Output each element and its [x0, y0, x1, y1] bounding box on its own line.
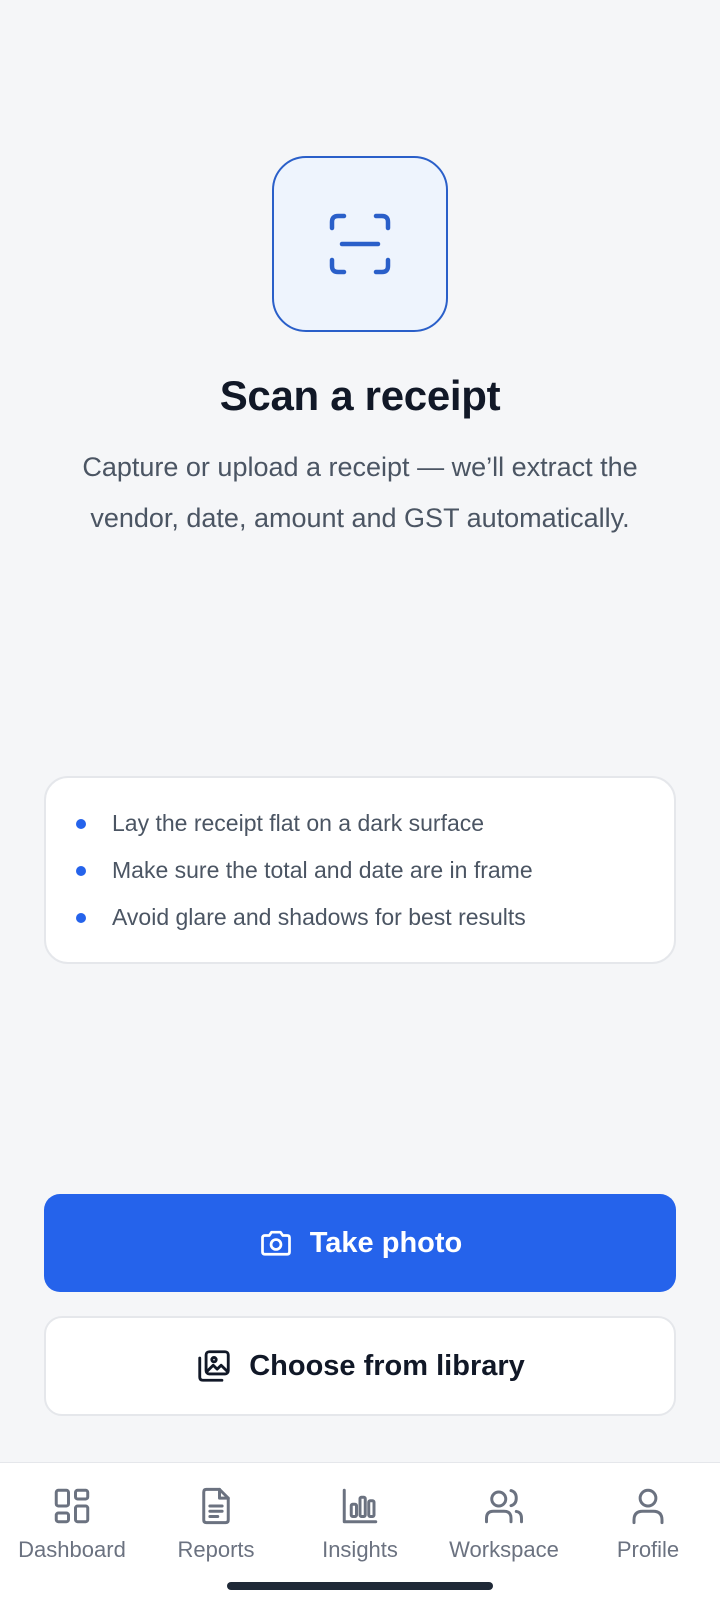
- gallery-icon: [198, 1350, 230, 1382]
- take-photo-label: Take photo: [309, 1226, 463, 1259]
- nav-item-reports[interactable]: Reports: [144, 1485, 288, 1563]
- home-indicator[interactable]: [227, 1582, 493, 1590]
- bullet-icon: [76, 818, 86, 829]
- choose-from-library-button[interactable]: Choose from library: [44, 1316, 676, 1416]
- tip-text: Avoid glare and shadows for best results: [112, 904, 526, 930]
- nav-label-profile: Profile: [616, 1537, 680, 1562]
- take-photo-button[interactable]: Take photo: [44, 1194, 676, 1292]
- bottom-nav: Dashboard Reports Insights Workspace Pro…: [0, 1462, 720, 1600]
- scan-receipt-screen: Scan a receipt Capture or upload a recei…: [0, 0, 720, 1600]
- tip-item: Make sure the total and date are in fram…: [76, 847, 644, 894]
- scan-icon: [329, 213, 391, 275]
- scan-tile: [272, 156, 448, 332]
- bullet-icon: [76, 865, 86, 876]
- nav-item-workspace[interactable]: Workspace: [432, 1485, 576, 1563]
- tip-text: Lay the receipt flat on a dark surface: [112, 810, 485, 836]
- choose-from-library-label: Choose from library: [249, 1349, 525, 1382]
- bullet-icon: [76, 912, 86, 923]
- page-title: Scan a receipt: [219, 372, 501, 419]
- tip-item: Lay the receipt flat on a dark surface: [76, 800, 644, 847]
- reports-icon: [202, 1487, 230, 1525]
- tip-item: Avoid glare and shadows for best results: [76, 894, 644, 941]
- insights-icon: [342, 1488, 378, 1524]
- nav-label-insights: Insights: [322, 1537, 398, 1562]
- camera-icon: [260, 1230, 291, 1256]
- profile-icon: [632, 1488, 664, 1525]
- page-subtitle: Capture or upload a receipt — we’ll extr…: [82, 452, 638, 533]
- nav-item-dashboard[interactable]: Dashboard: [0, 1485, 144, 1563]
- tips-card: Lay the receipt flat on a dark surface M…: [44, 776, 676, 964]
- dashboard-icon: [54, 1488, 90, 1524]
- workspace-icon: [485, 1489, 523, 1524]
- nav-item-profile[interactable]: Profile: [576, 1485, 720, 1563]
- nav-label-dashboard: Dashboard: [18, 1537, 126, 1562]
- nav-label-workspace: Workspace: [449, 1537, 559, 1562]
- nav-label-reports: Reports: [177, 1537, 255, 1562]
- nav-item-insights[interactable]: Insights: [288, 1485, 432, 1563]
- tip-text: Make sure the total and date are in fram…: [112, 857, 533, 883]
